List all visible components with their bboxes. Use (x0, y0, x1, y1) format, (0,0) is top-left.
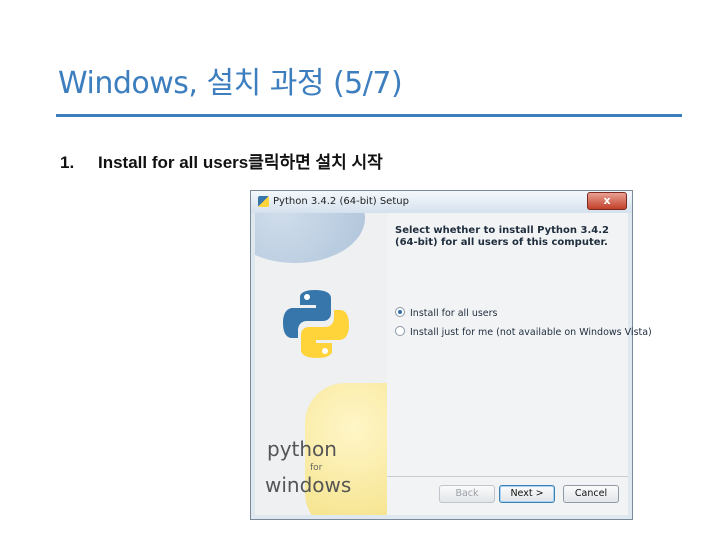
decorative-blue-shape (255, 213, 365, 263)
option-all-users[interactable]: Install for all users (395, 307, 498, 319)
radio-unselected-icon[interactable] (395, 326, 405, 336)
back-button[interactable]: Back (439, 485, 495, 503)
next-button[interactable]: Next > (499, 485, 555, 503)
dialog-client: python for windows Select whether to ins… (255, 213, 652, 515)
python-app-icon (258, 196, 269, 207)
dialog-titlebar[interactable]: Python 3.4.2 (64-bit) Setup x (251, 191, 632, 213)
title-divider (56, 114, 682, 117)
step-instruction: 1. Install for all users클릭하면 설치 시작 (60, 148, 383, 173)
button-separator (387, 476, 628, 477)
python-wordmark: python (267, 437, 337, 461)
branding-panel: python for windows (255, 213, 387, 515)
radio-selected-icon[interactable] (395, 307, 405, 317)
for-wordmark: for (310, 463, 323, 473)
install-scope-heading: Select whether to install Python 3.4.2 (… (395, 225, 609, 248)
option-just-me-label: Install just for me (not available on Wi… (410, 327, 652, 338)
close-button[interactable]: x (587, 192, 627, 210)
cancel-button[interactable]: Cancel (563, 485, 619, 503)
python-logo-icon (283, 290, 349, 358)
step-number: 1. (60, 153, 75, 172)
dialog-title: Python 3.4.2 (64-bit) Setup (273, 196, 409, 207)
setup-dialog: Python 3.4.2 (64-bit) Setup x python for… (250, 190, 652, 520)
windows-wordmark: windows (265, 473, 352, 497)
slide-title: Windows, 설치 과정 (5/7) (58, 66, 403, 101)
option-just-me[interactable]: Install just for me (not available on Wi… (395, 326, 652, 338)
option-all-users-label: Install for all users (410, 308, 498, 319)
step-text: Install for all users클릭하면 설치 시작 (98, 153, 383, 172)
